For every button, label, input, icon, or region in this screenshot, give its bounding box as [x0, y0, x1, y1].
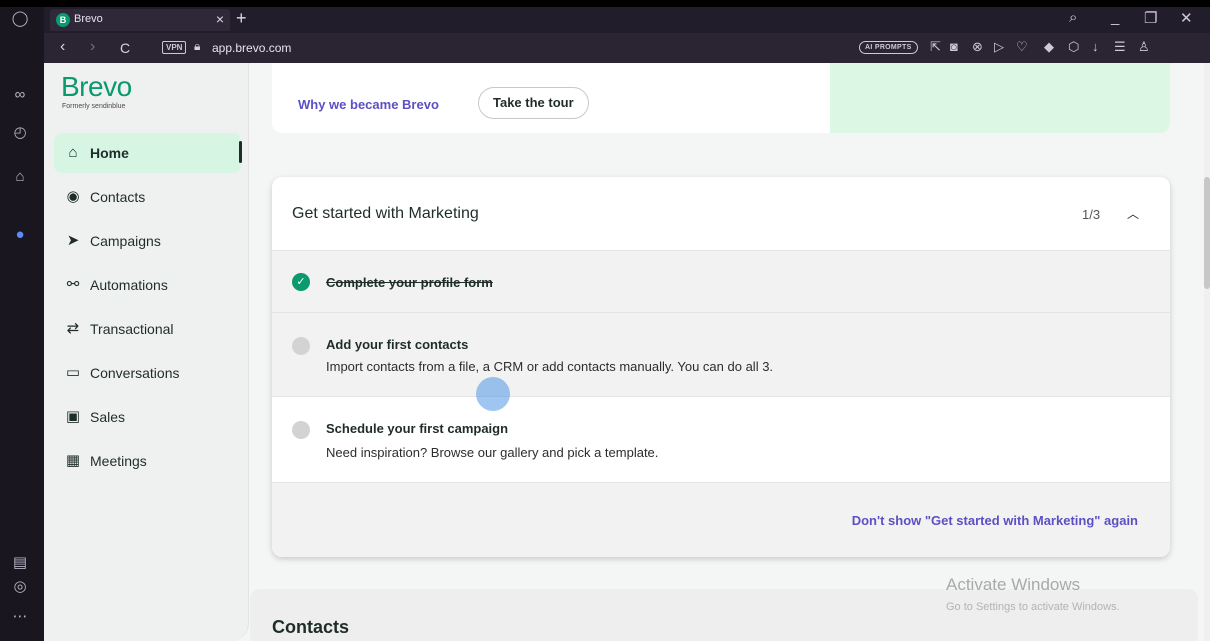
speedometer-icon[interactable]: ◴: [10, 123, 30, 143]
contacts-section: Contacts: [250, 589, 1198, 641]
opera-logo-icon[interactable]: ◯: [10, 9, 30, 29]
close-window-icon[interactable]: ✕: [1180, 9, 1193, 27]
step-title: Schedule your first campaign: [326, 421, 509, 436]
nav-item-transactional[interactable]: ⇄ Transactional: [54, 309, 241, 349]
step-row[interactable]: ✓ Complete your profile form: [272, 251, 1170, 313]
get-started-card: Get started with Marketing 1/3 ︿ ✓ Compl…: [272, 177, 1170, 557]
brevo-favicon-icon: B: [56, 13, 70, 27]
nav-item-conversations[interactable]: ▭ Conversations: [54, 353, 241, 393]
nav-label: Automations: [90, 277, 168, 293]
camera-icon[interactable]: ◙: [950, 39, 958, 54]
profile-icon[interactable]: ♙: [1138, 39, 1150, 55]
brevo-page: Brevo Formerly sendinblue ⌂ Home ◉ Conta…: [44, 63, 1204, 641]
nav-item-campaigns[interactable]: ➤ Campaigns: [54, 221, 241, 261]
nav-label: Conversations: [90, 365, 180, 381]
brevo-logo[interactable]: Brevo: [61, 71, 132, 103]
welcome-card: Why we became Brevo Take the tour: [272, 63, 1170, 133]
close-tab-icon[interactable]: ×: [216, 11, 224, 27]
extension-icon[interactable]: ◆: [1044, 39, 1054, 55]
nav-label: Sales: [90, 409, 126, 425]
game-icon[interactable]: ∞: [10, 85, 30, 105]
address-bar: ‹ › C VPN 🔒︎ app.brevo.com AI PROMPTS ⇱ …: [44, 33, 1210, 63]
nav-label: Meetings: [90, 453, 147, 469]
welcome-illustration: [830, 63, 1170, 133]
card-title: Get started with Marketing: [292, 205, 479, 222]
vpn-badge[interactable]: VPN: [162, 41, 187, 54]
download-icon[interactable]: ↓: [1092, 39, 1099, 54]
tab-bar: B Brevo × + ⌕ _ ❐ ✕: [44, 7, 1210, 33]
brand-subtitle: Formerly sendinblue: [62, 103, 126, 110]
take-tour-button[interactable]: Take the tour: [478, 87, 589, 119]
pending-dot-icon: [292, 337, 310, 355]
page-scrollbar[interactable]: [1204, 63, 1210, 641]
browser-window: ◯ ∞ ◴ ⌂ ● ▤ ◎ ⋯ B Brevo × + ⌕ _ ❐ ✕ ‹ › …: [0, 7, 1210, 641]
scrollbar-thumb[interactable]: [1204, 177, 1210, 289]
nav-item-home[interactable]: ⌂ Home: [54, 133, 241, 173]
tab-brevo[interactable]: B Brevo ×: [50, 9, 230, 31]
step-row[interactable]: Add your first contacts Import contacts …: [272, 313, 1170, 397]
check-icon: ✓: [292, 273, 310, 291]
nav-item-sales[interactable]: ▣ Sales: [54, 397, 241, 437]
lock-icon[interactable]: 🔒︎: [194, 39, 200, 54]
chevron-up-icon[interactable]: ︿: [1127, 205, 1139, 222]
more-icon[interactable]: ⋯: [10, 607, 30, 627]
ai-prompts-button[interactable]: AI PROMPTS: [859, 41, 918, 54]
progress-count: 1/3: [1082, 207, 1101, 222]
activate-windows-subtitle: Go to Settings to activate Windows.: [946, 601, 1120, 613]
left-navigation: Brevo Formerly sendinblue ⌂ Home ◉ Conta…: [44, 63, 249, 641]
nav-label: Home: [90, 145, 129, 161]
section-title: Contacts: [272, 617, 350, 637]
cube-icon[interactable]: ⬡: [1068, 39, 1079, 55]
contacts-icon: ◉: [66, 188, 80, 205]
forward-button[interactable]: ›: [90, 38, 95, 56]
settings-icon[interactable]: ◎: [10, 577, 30, 597]
step-description: Import contacts from a file, a CRM or ad…: [326, 359, 774, 374]
nav-label: Transactional: [90, 321, 174, 337]
minimize-icon[interactable]: _: [1111, 9, 1119, 26]
dont-show-again-link[interactable]: Don't show "Get started with Marketing" …: [852, 513, 1138, 528]
cursor-highlight: [476, 377, 510, 411]
step-row[interactable]: Schedule your first campaign Need inspir…: [272, 397, 1170, 483]
search-icon[interactable]: ⌕: [1069, 9, 1077, 26]
step-title: Add your first contacts: [326, 337, 469, 352]
easy-setup-icon[interactable]: ☰: [1114, 39, 1126, 55]
nav-label: Contacts: [90, 189, 146, 205]
share-icon[interactable]: ⇱: [930, 39, 941, 55]
chat-icon: ▭: [65, 364, 81, 381]
step-description: Need inspiration? Browse our gallery and…: [326, 445, 659, 460]
new-tab-button[interactable]: +: [236, 8, 247, 29]
url-field[interactable]: app.brevo.com: [212, 41, 291, 55]
why-brevo-link[interactable]: Why we became Brevo: [298, 97, 439, 112]
home-icon: ⌂: [68, 144, 78, 161]
nav-label: Campaigns: [90, 233, 161, 249]
restore-icon[interactable]: ❐: [1144, 9, 1157, 27]
card-header[interactable]: Get started with Marketing 1/3 ︿: [272, 177, 1170, 251]
flow-icon[interactable]: ▷: [994, 39, 1004, 55]
card-footer: Don't show "Get started with Marketing" …: [272, 483, 1170, 557]
back-button[interactable]: ‹: [60, 38, 65, 56]
heart-icon[interactable]: ♡: [1016, 39, 1028, 55]
nav-item-contacts[interactable]: ◉ Contacts: [54, 177, 241, 217]
calendar-icon: ▦: [65, 452, 81, 469]
activate-windows-title: Activate Windows: [946, 575, 1081, 594]
kanban-icon: ▣: [65, 408, 81, 425]
nav-item-automations[interactable]: ⚯ Automations: [54, 265, 241, 305]
adblock-icon[interactable]: ⊗: [972, 39, 983, 55]
step-title: Complete your profile form: [326, 275, 493, 290]
reload-button[interactable]: C: [120, 40, 130, 56]
messenger-icon[interactable]: ●: [10, 225, 30, 245]
transfer-icon: ⇄: [66, 320, 80, 337]
bag-icon[interactable]: ⌂: [10, 167, 30, 187]
opera-sidebar: ◯ ∞ ◴ ⌂ ● ▤ ◎ ⋯: [0, 7, 44, 641]
send-icon: ➤: [66, 232, 80, 249]
active-indicator: [239, 141, 242, 163]
panels-icon[interactable]: ▤: [10, 553, 30, 573]
tab-title: Brevo: [74, 13, 103, 25]
nav-item-meetings[interactable]: ▦ Meetings: [54, 441, 241, 481]
automation-icon: ⚯: [66, 276, 80, 293]
pending-dot-icon: [292, 421, 310, 439]
